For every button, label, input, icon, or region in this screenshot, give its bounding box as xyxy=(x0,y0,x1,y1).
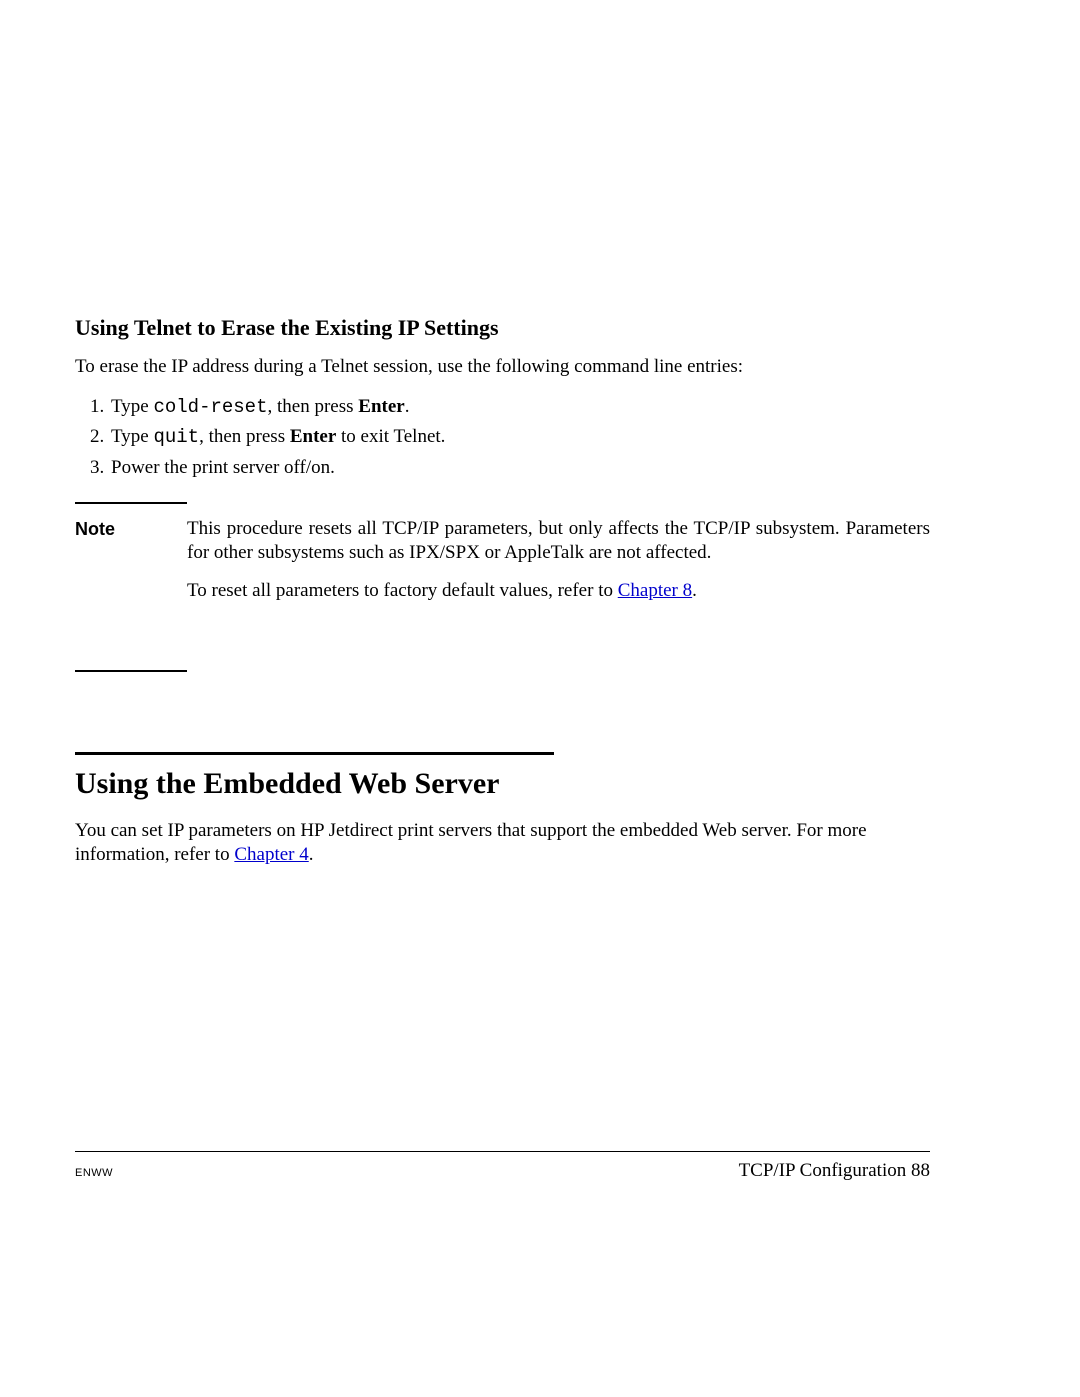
note-body: This procedure resets all TCP/IP paramet… xyxy=(187,502,930,616)
note-text: To reset all parameters to factory defau… xyxy=(187,580,618,601)
list-item: Type cold-reset, then press Enter. xyxy=(109,393,930,422)
code-text: cold-reset xyxy=(153,396,267,418)
note-label: Note xyxy=(75,502,187,672)
footer-row: ENWW TCP/IP Configuration 88 xyxy=(75,1160,930,1182)
section-divider xyxy=(75,752,554,755)
intro-paragraph: To erase the IP address during a Telnet … xyxy=(75,355,930,379)
bold-text: Enter xyxy=(290,426,336,447)
ews-paragraph: You can set IP parameters on HP Jetdirec… xyxy=(75,819,930,867)
step-text: Type xyxy=(111,426,153,447)
section-heading-ews: Using the Embedded Web Server xyxy=(75,767,930,801)
footer-page-label: TCP/IP Configuration 88 xyxy=(739,1160,930,1182)
document-page: Using Telnet to Erase the Existing IP Se… xyxy=(0,0,1080,1397)
chapter-8-link[interactable]: Chapter 8 xyxy=(618,580,692,601)
step-text: Type xyxy=(111,396,153,417)
note-block: Note This procedure resets all TCP/IP pa… xyxy=(75,502,930,672)
step-text: . xyxy=(405,396,410,417)
note-text: . xyxy=(692,580,697,601)
list-item: Power the print server off/on. xyxy=(109,454,930,483)
note-paragraph: This procedure resets all TCP/IP paramet… xyxy=(187,517,930,565)
note-paragraph: To reset all parameters to factory defau… xyxy=(187,579,930,603)
body-text: You can set IP parameters on HP Jetdirec… xyxy=(75,820,867,865)
page-footer: ENWW TCP/IP Configuration 88 xyxy=(75,1151,930,1182)
steps-list: Type cold-reset, then press Enter. Type … xyxy=(75,393,930,483)
list-item: Type quit, then press Enter to exit Teln… xyxy=(109,423,930,452)
chapter-4-link[interactable]: Chapter 4 xyxy=(234,844,308,865)
step-text: , then press xyxy=(199,426,290,447)
page-content: Using Telnet to Erase the Existing IP Se… xyxy=(75,315,930,867)
footer-divider xyxy=(75,1151,930,1152)
footer-left-label: ENWW xyxy=(75,1167,113,1179)
step-text: to exit Telnet. xyxy=(336,426,445,447)
bold-text: Enter xyxy=(358,396,404,417)
step-text: , then press xyxy=(268,396,359,417)
section-heading-telnet: Using Telnet to Erase the Existing IP Se… xyxy=(75,315,930,341)
body-text: . xyxy=(309,844,314,865)
code-text: quit xyxy=(153,426,199,448)
step-text: Power the print server off/on. xyxy=(111,457,335,478)
